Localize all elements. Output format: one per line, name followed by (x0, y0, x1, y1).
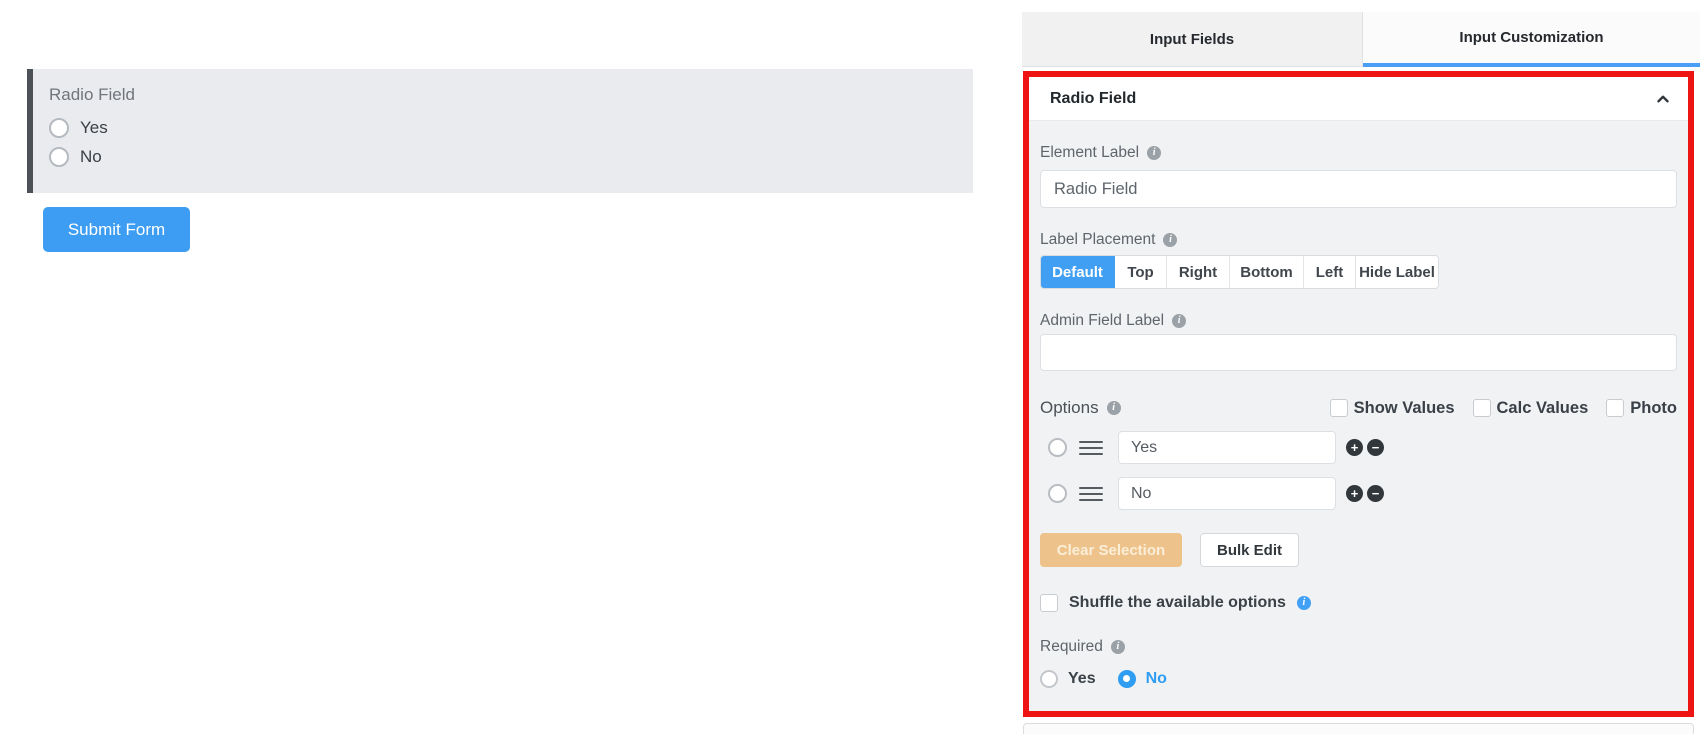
tab-input-customization[interactable]: Input Customization (1363, 12, 1700, 67)
form-builder-screen: Radio Field Yes No Submit Form Input Fie… (0, 0, 1700, 734)
remove-option-icon[interactable]: − (1367, 485, 1384, 502)
form-preview-field[interactable]: Radio Field Yes No (27, 69, 973, 193)
calc-values-checkbox-group[interactable]: Calc Values (1472, 398, 1589, 418)
show-values-label: Show Values (1353, 398, 1455, 417)
shuffle-options-row[interactable]: Shuffle the available options i (1040, 594, 1677, 612)
default-value-radio[interactable] (1048, 484, 1067, 503)
radio-unchecked-icon[interactable] (49, 118, 69, 138)
field-settings-title: Radio Field (1050, 89, 1137, 107)
admin-field-label-text: Admin Field Label (1040, 312, 1165, 329)
preview-radio-option-yes[interactable]: Yes (49, 118, 973, 138)
input-customization-panel: Radio Field Element Label i Label Placem… (1023, 71, 1694, 717)
admin-field-label-input[interactable] (1040, 334, 1677, 371)
options-header-row: Options i Show Values Calc Values Photo (1040, 398, 1677, 418)
preview-option-label: Yes (80, 118, 108, 137)
chevron-up-icon[interactable] (1654, 90, 1672, 108)
placement-top-button[interactable]: Top (1115, 256, 1167, 288)
label-placement-group: Default Top Right Bottom Left Hide Label (1040, 255, 1439, 289)
remove-option-icon[interactable]: − (1367, 439, 1384, 456)
required-yes-label[interactable]: Yes (1068, 670, 1096, 688)
placement-left-button[interactable]: Left (1304, 256, 1356, 288)
option-value-input[interactable] (1118, 431, 1336, 464)
photo-checkbox-group[interactable]: Photo (1606, 399, 1677, 418)
info-icon[interactable]: i (1163, 233, 1178, 247)
admin-field-label-label: Admin Field Label i (1040, 313, 1677, 329)
placement-bottom-button[interactable]: Bottom (1230, 256, 1304, 288)
checkbox-unchecked-icon[interactable] (1606, 399, 1625, 417)
placement-hide-label-button[interactable]: Hide Label (1356, 256, 1438, 288)
photo-label: Photo (1630, 398, 1677, 417)
preview-field-label: Radio Field (49, 85, 135, 104)
drag-handle-icon[interactable] (1079, 486, 1103, 501)
preview-radio-option-no[interactable]: No (49, 147, 973, 167)
option-row: + − (1040, 431, 1677, 464)
preview-option-label: No (80, 147, 102, 166)
options-label: Options (1040, 398, 1099, 417)
placement-default-button[interactable]: Default (1041, 256, 1115, 288)
next-settings-section[interactable] (1023, 723, 1694, 734)
default-value-radio[interactable] (1048, 438, 1067, 457)
label-placement-text: Label Placement (1040, 231, 1156, 248)
radio-unchecked-icon[interactable] (49, 147, 69, 167)
required-radio-row: Yes No (1040, 669, 1677, 688)
field-settings-header[interactable]: Radio Field (1029, 77, 1688, 121)
required-label: Required i (1040, 639, 1677, 655)
field-settings-body: Element Label i Label Placement i Defaul… (1029, 121, 1688, 711)
required-yes-radio[interactable] (1040, 669, 1058, 688)
label-placement-label: Label Placement i (1040, 232, 1677, 248)
element-label-text: Element Label (1040, 144, 1140, 161)
checkbox-unchecked-icon[interactable] (1040, 594, 1058, 612)
options-column-toggles: Show Values Calc Values Photo (1329, 398, 1677, 418)
shuffle-options-label: Shuffle the available options (1069, 594, 1286, 611)
option-value-input[interactable] (1118, 477, 1336, 510)
required-text: Required (1040, 638, 1103, 655)
calc-values-label: Calc Values (1496, 398, 1589, 417)
options-actions-row: Clear Selection Bulk Edit (1040, 533, 1677, 567)
editor-tabbar: Input Fields Input Customization (1022, 12, 1700, 67)
add-option-icon[interactable]: + (1346, 485, 1363, 502)
element-label-input[interactable] (1040, 170, 1677, 208)
info-icon[interactable]: i (1110, 640, 1125, 654)
info-icon[interactable]: i (1106, 401, 1121, 415)
required-no-radio-checked[interactable] (1117, 669, 1136, 688)
placement-right-button[interactable]: Right (1167, 256, 1230, 288)
add-option-icon[interactable]: + (1346, 439, 1363, 456)
submit-form-button[interactable]: Submit Form (43, 207, 190, 252)
element-label-label: Element Label i (1040, 145, 1677, 161)
info-icon[interactable]: i (1147, 146, 1162, 160)
tab-input-fields[interactable]: Input Fields (1022, 12, 1363, 67)
drag-handle-icon[interactable] (1079, 440, 1103, 455)
bulk-edit-button[interactable]: Bulk Edit (1200, 533, 1299, 567)
info-icon[interactable]: i (1296, 596, 1311, 610)
checkbox-unchecked-icon[interactable] (1472, 399, 1491, 417)
checkbox-unchecked-icon[interactable] (1329, 399, 1348, 417)
info-icon[interactable]: i (1172, 314, 1187, 328)
required-no-label[interactable]: No (1146, 670, 1167, 688)
clear-selection-button[interactable]: Clear Selection (1040, 533, 1182, 567)
show-values-checkbox-group[interactable]: Show Values (1329, 398, 1455, 418)
option-row: + − (1040, 477, 1677, 510)
